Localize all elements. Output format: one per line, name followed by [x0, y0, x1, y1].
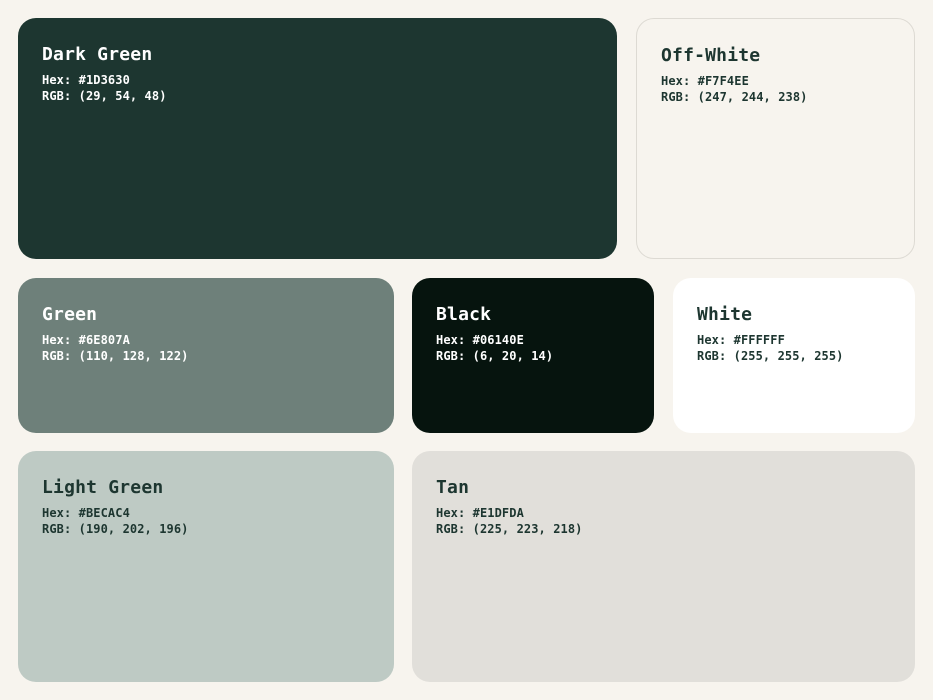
swatch-rgb: RGB: (6, 20, 14): [436, 349, 554, 363]
swatch-name: Off-White: [661, 45, 761, 66]
swatch-name: Green: [42, 304, 98, 325]
swatch-hex: Hex: #FFFFFF: [697, 333, 785, 347]
swatch-green: Green Hex: #6E807A RGB: (110, 128, 122): [18, 278, 394, 433]
swatch-name: Black: [436, 304, 492, 325]
swatch-rgb: RGB: (29, 54, 48): [42, 89, 167, 103]
swatch-hex: Hex: #BECAC4: [42, 506, 130, 520]
swatch-hex: Hex: #E1DFDA: [436, 506, 524, 520]
swatch-rgb: RGB: (255, 255, 255): [697, 349, 844, 363]
swatch-name: Tan: [436, 477, 470, 498]
swatch-tan: Tan Hex: #E1DFDA RGB: (225, 223, 218): [412, 451, 915, 682]
swatch-white: White Hex: #FFFFFF RGB: (255, 255, 255): [673, 278, 915, 433]
swatch-name: White: [697, 304, 753, 325]
swatch-name: Dark Green: [42, 44, 153, 65]
swatch-name: Light Green: [42, 477, 164, 498]
swatch-black: Black Hex: #06140E RGB: (6, 20, 14): [412, 278, 654, 433]
swatch-hex: Hex: #F7F4EE: [661, 74, 749, 88]
swatch-dark-green: Dark Green Hex: #1D3630 RGB: (29, 54, 48…: [18, 18, 617, 259]
swatch-hex: Hex: #06140E: [436, 333, 524, 347]
swatch-off-white: Off-White Hex: #F7F4EE RGB: (247, 244, 2…: [636, 18, 915, 259]
swatch-rgb: RGB: (190, 202, 196): [42, 522, 189, 536]
swatch-rgb: RGB: (225, 223, 218): [436, 522, 583, 536]
swatch-rgb: RGB: (110, 128, 122): [42, 349, 189, 363]
swatch-hex: Hex: #1D3630: [42, 73, 130, 87]
swatch-light-green: Light Green Hex: #BECAC4 RGB: (190, 202,…: [18, 451, 394, 682]
swatch-hex: Hex: #6E807A: [42, 333, 130, 347]
swatch-rgb: RGB: (247, 244, 238): [661, 90, 808, 104]
